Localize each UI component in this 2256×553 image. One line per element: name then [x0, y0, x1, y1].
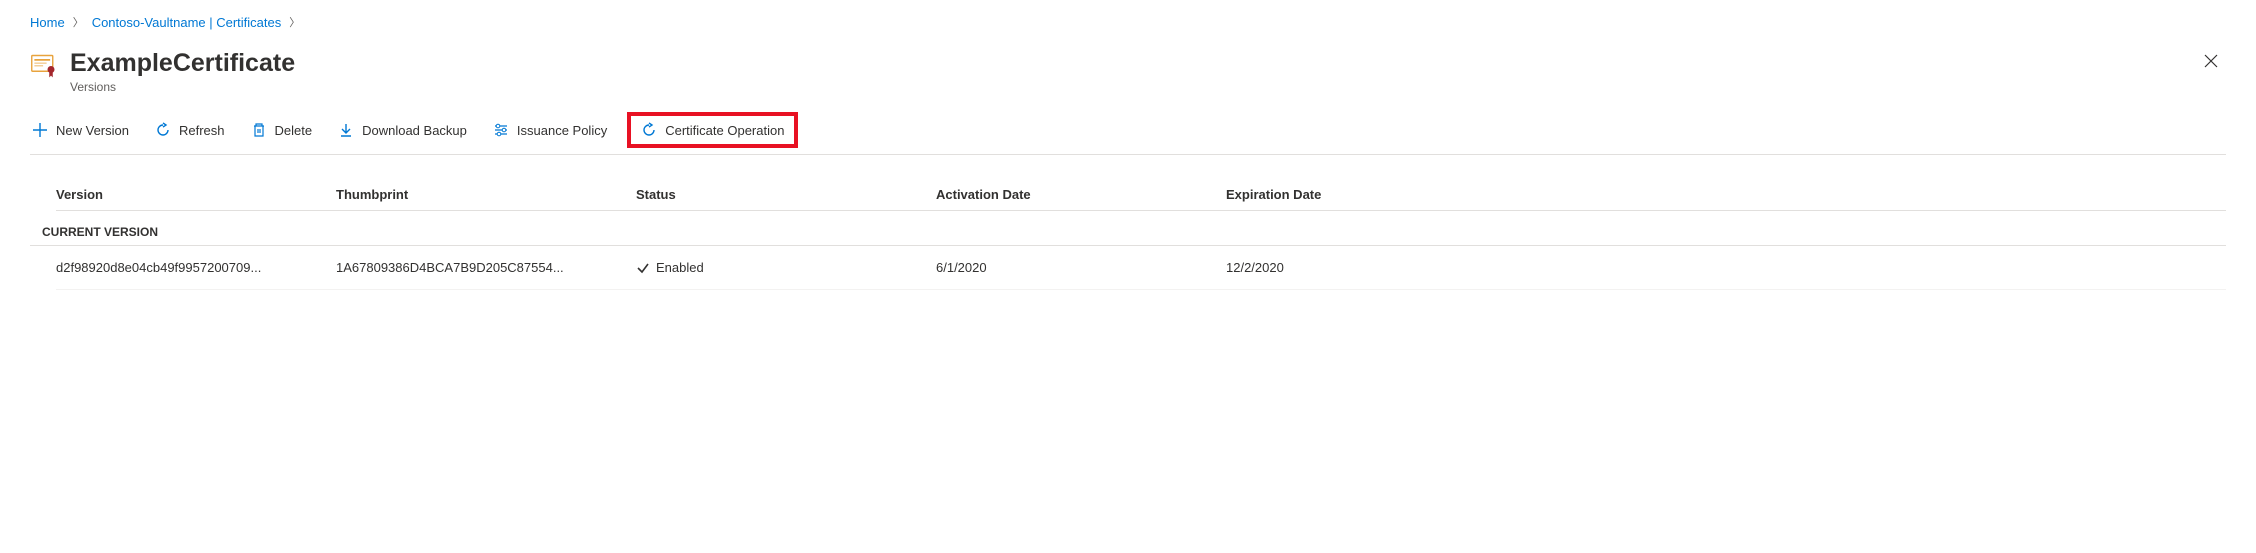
issuance-policy-label: Issuance Policy [517, 123, 607, 138]
highlight-box: Certificate Operation [627, 112, 798, 148]
refresh-icon [155, 122, 171, 138]
download-icon [338, 122, 354, 138]
versions-table: Version Thumbprint Status Activation Dat… [30, 179, 2226, 290]
delete-button[interactable]: Delete [249, 118, 315, 142]
col-version: Version [56, 187, 336, 202]
new-version-button[interactable]: New Version [30, 118, 131, 142]
breadcrumb-home[interactable]: Home [30, 15, 65, 30]
sliders-icon [493, 122, 509, 138]
section-current-version: CURRENT VERSION [30, 211, 2226, 246]
download-backup-button[interactable]: Download Backup [336, 118, 469, 142]
page-title: ExampleCertificate [70, 48, 295, 78]
cell-version: d2f98920d8e04cb49f9957200709... [56, 260, 336, 275]
refresh-button[interactable]: Refresh [153, 118, 227, 142]
page-subtitle: Versions [70, 80, 295, 94]
col-thumbprint: Thumbprint [336, 187, 636, 202]
close-button[interactable] [2196, 48, 2226, 77]
plus-icon [32, 122, 48, 138]
table-row[interactable]: d2f98920d8e04cb49f9957200709... 1A678093… [56, 246, 2226, 290]
check-icon [636, 261, 650, 275]
page-header: ExampleCertificate Versions [30, 48, 2226, 94]
cell-thumbprint: 1A67809386D4BCA7B9D205C87554... [336, 260, 636, 275]
col-expiration-date: Expiration Date [1226, 187, 2226, 202]
toolbar: New Version Refresh Delete Download Back… [30, 114, 2226, 155]
cell-expiration-date: 12/2/2020 [1226, 260, 2226, 275]
certificate-operation-button[interactable]: Certificate Operation [639, 118, 786, 142]
issuance-policy-button[interactable]: Issuance Policy [491, 118, 609, 142]
refresh-label: Refresh [179, 123, 225, 138]
trash-icon [251, 122, 267, 138]
close-icon [2204, 52, 2218, 72]
delete-label: Delete [275, 123, 313, 138]
new-version-label: New Version [56, 123, 129, 138]
table-header-row: Version Thumbprint Status Activation Dat… [56, 179, 2226, 211]
download-backup-label: Download Backup [362, 123, 467, 138]
breadcrumb: Home 〉 Contoso-Vaultname | Certificates … [30, 14, 2226, 30]
operation-icon [641, 122, 657, 138]
certificate-icon [30, 52, 58, 80]
certificate-operation-label: Certificate Operation [665, 123, 784, 138]
breadcrumb-sep-icon: 〉 [289, 14, 300, 30]
col-activation-date: Activation Date [936, 187, 1226, 202]
cell-status: Enabled [636, 260, 936, 275]
col-status: Status [636, 187, 936, 202]
status-text: Enabled [656, 260, 704, 275]
section-label: CURRENT VERSION [42, 225, 2226, 239]
breadcrumb-vault[interactable]: Contoso-Vaultname | Certificates [92, 15, 282, 30]
breadcrumb-sep-icon: 〉 [73, 14, 84, 30]
cell-activation-date: 6/1/2020 [936, 260, 1226, 275]
